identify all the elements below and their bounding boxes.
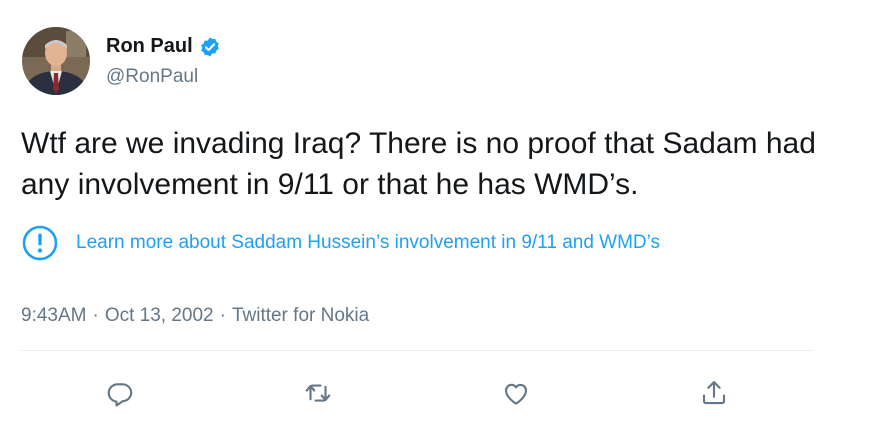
tweet-time[interactable]: 9:43AM — [21, 305, 86, 327]
tweet-text: Wtf are we invading Iraq? There is no pr… — [21, 127, 816, 201]
action-bar — [0, 375, 875, 411]
avatar[interactable] — [22, 27, 90, 95]
retweet-button[interactable] — [300, 375, 336, 411]
retweet-icon — [305, 384, 331, 402]
learn-more-link[interactable]: Learn more about Saddam Hussein’s involv… — [76, 232, 660, 254]
like-button[interactable] — [498, 375, 534, 411]
tweet-date[interactable]: Oct 13, 2002 — [105, 305, 214, 327]
handle[interactable]: @RonPaul — [106, 66, 198, 88]
share-button[interactable] — [696, 375, 732, 411]
reply-button[interactable] — [102, 375, 138, 411]
learn-more-notice[interactable]: Learn more about Saddam Hussein’s involv… — [21, 224, 660, 262]
share-icon — [702, 381, 726, 405]
meta-separator: · — [92, 305, 99, 326]
display-name[interactable]: Ron Paul — [106, 35, 193, 58]
name-row: Ron Paul — [106, 35, 221, 58]
divider — [21, 350, 813, 351]
exclamation-circle-icon — [21, 224, 59, 262]
tweet-source[interactable]: Twitter for Nokia — [232, 305, 369, 327]
tweet-card: Ron Paul @RonPaul Wtf are we invading Ir… — [0, 0, 875, 432]
reply-icon — [107, 383, 133, 407]
avatar-photo — [22, 27, 90, 95]
verified-badge-icon — [199, 36, 221, 58]
tweet-meta: 9:43AM · Oct 13, 2002 · Twitter for Noki… — [21, 305, 369, 327]
like-icon — [504, 383, 528, 405]
meta-separator: · — [219, 305, 226, 326]
